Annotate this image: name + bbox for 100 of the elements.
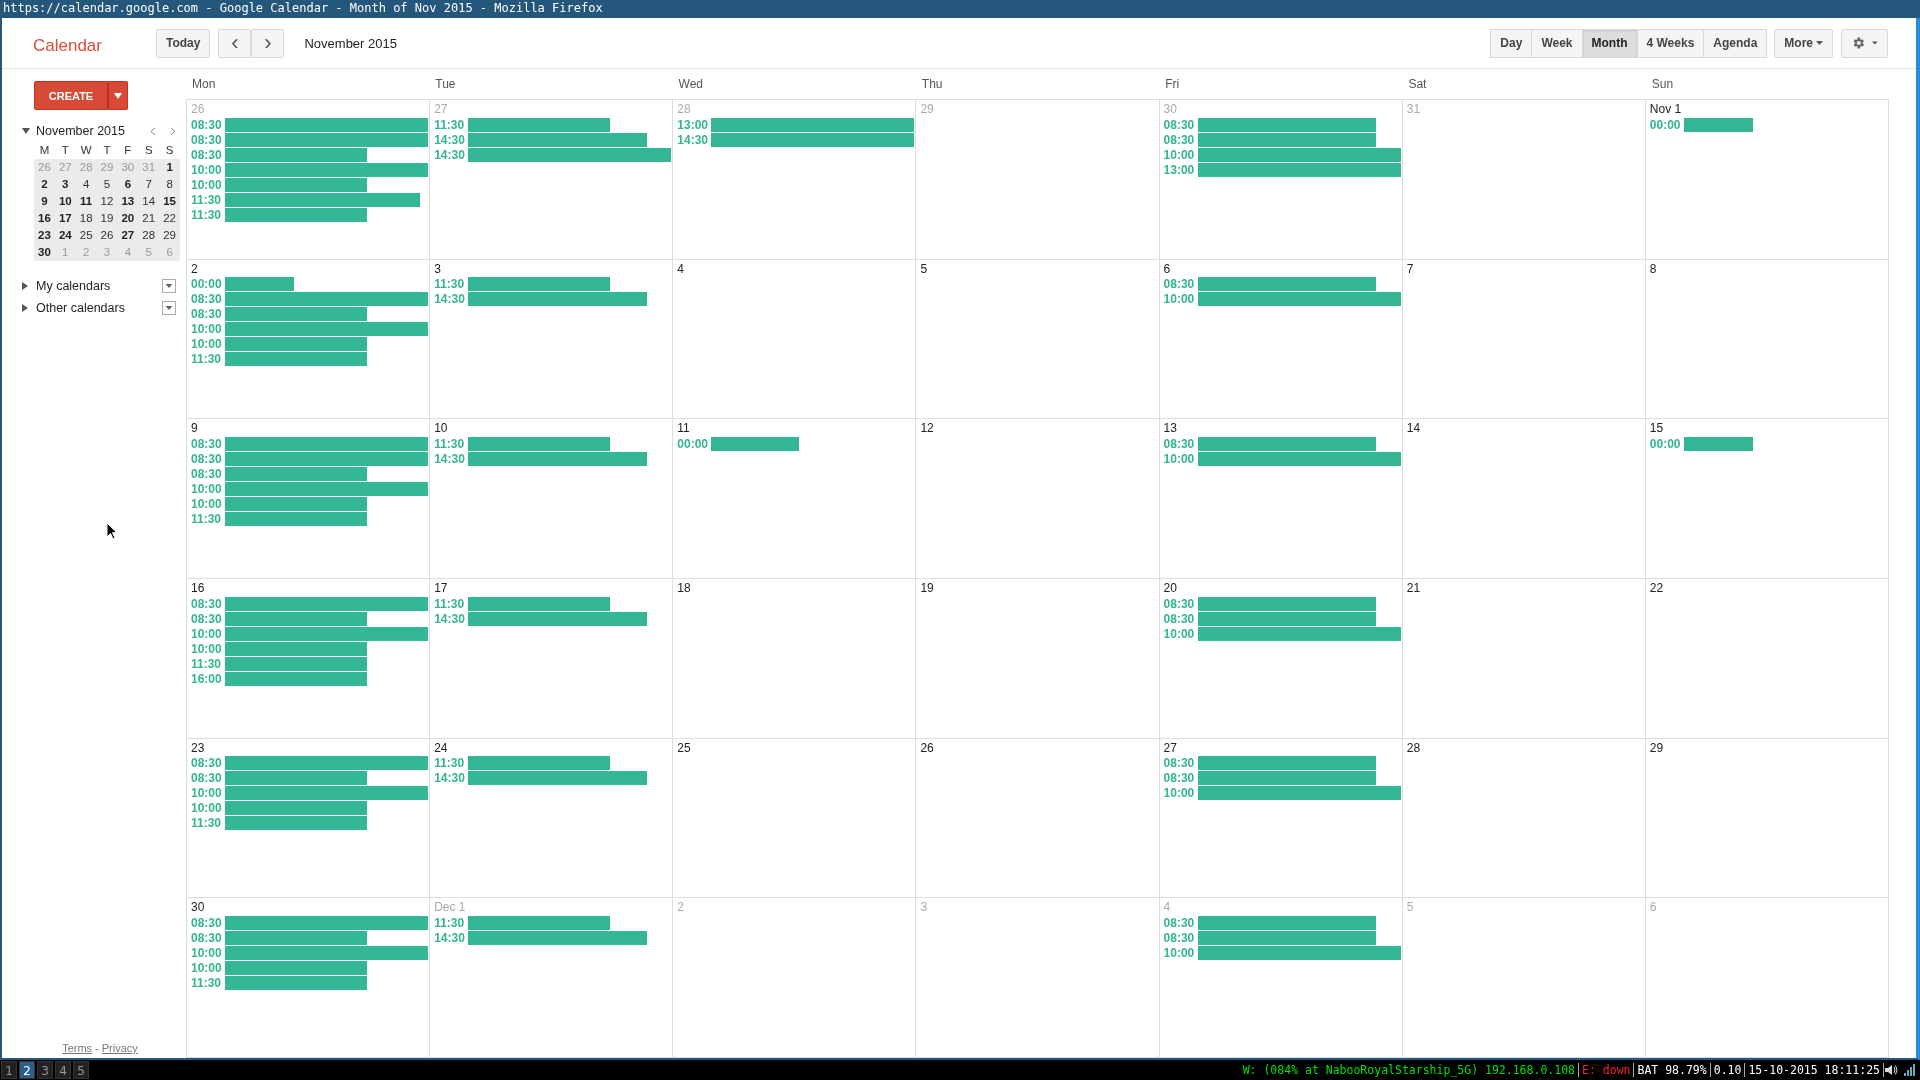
event-time[interactable]: 08:30 [1163,436,1195,451]
calendar-group-label[interactable]: Other calendars [36,301,125,315]
event-bar[interactable] [225,596,429,611]
workspace-button[interactable]: 2 [19,1061,35,1079]
event-bar[interactable] [225,132,429,147]
next-month-icon[interactable] [170,126,176,136]
event-time[interactable]: 11:30 [434,117,466,132]
event-time[interactable]: 00:00 [1649,436,1681,451]
event-bar[interactable] [1197,945,1401,960]
date-label[interactable]: 11 [677,421,915,437]
date-label[interactable]: 20 [1163,581,1401,596]
dropdown-icon[interactable] [162,279,176,293]
date-label[interactable]: 17 [434,581,672,596]
more-button[interactable]: More [1774,28,1833,58]
date-label[interactable]: 14 [1406,421,1644,437]
event-time[interactable]: 10:00 [191,626,222,641]
event-bar[interactable] [1197,771,1377,786]
event-time[interactable]: 08:30 [191,915,222,930]
event-time[interactable]: 10:00 [191,337,222,352]
date-label[interactable]: 3 [434,261,672,277]
mini-calendar-day[interactable]: 23 [34,227,55,244]
event-bar[interactable] [1197,147,1401,162]
event-time[interactable]: 10:00 [1163,945,1195,960]
event-time[interactable]: 08:30 [1163,132,1195,147]
event-time[interactable]: 08:30 [1163,930,1195,945]
event-bar[interactable] [225,466,368,481]
event-time[interactable]: 08:30 [1163,611,1195,626]
mini-calendar-day[interactable]: 16 [34,210,55,227]
date-label[interactable]: 16 [191,581,429,596]
create-menu-button[interactable] [108,81,128,110]
event-time[interactable]: 10:00 [191,641,222,656]
date-label[interactable]: 6 [1163,261,1401,277]
date-label[interactable]: 28 [1406,740,1644,756]
mini-calendar-day[interactable]: 4 [75,176,97,193]
mini-calendar-day[interactable]: 26 [34,159,55,176]
date-label[interactable]: 5 [920,261,1158,277]
collapse-icon[interactable] [22,128,30,134]
event-time[interactable]: 08:30 [191,771,222,786]
event-bar[interactable] [468,756,611,771]
event-bar[interactable] [225,945,429,960]
event-time[interactable]: 11:30 [191,352,222,367]
date-label[interactable]: 6 [1649,900,1887,916]
event-bar[interactable] [225,816,368,831]
event-bar[interactable] [1683,436,1753,451]
event-time[interactable]: 10:00 [191,162,222,177]
event-bar[interactable] [711,436,799,451]
event-bar[interactable] [1197,117,1377,132]
event-time[interactable]: 08:30 [1163,756,1195,771]
today-button[interactable]: Today [156,28,211,58]
date-label[interactable]: 12 [920,421,1158,437]
mini-calendar-day[interactable]: 5 [96,176,118,193]
event-time[interactable]: 08:30 [191,132,222,147]
event-time[interactable]: 14:30 [434,451,466,466]
mini-calendar-day[interactable]: 17 [54,210,76,227]
view-tab[interactable]: Day [1490,28,1533,58]
workspace-button[interactable]: 3 [37,1061,53,1079]
mini-calendar-day[interactable]: 20 [117,210,139,227]
event-time[interactable]: 10:00 [191,322,222,337]
view-tab[interactable]: Month [1581,28,1638,58]
mini-calendar-day[interactable]: 18 [75,210,97,227]
event-bar[interactable] [1197,626,1401,641]
event-bar[interactable] [225,451,429,466]
event-bar[interactable] [225,147,368,162]
event-bar[interactable] [225,192,420,207]
mini-calendar-day[interactable]: 9 [34,193,55,210]
event-time[interactable]: 11:30 [191,511,222,526]
event-bar[interactable] [225,352,368,367]
event-bar[interactable] [225,481,429,496]
date-label[interactable]: 29 [920,102,1158,117]
event-time[interactable]: 08:30 [191,451,222,466]
event-bar[interactable] [1197,132,1377,147]
mini-calendar-day[interactable]: 19 [96,210,118,227]
event-time[interactable]: 11:30 [434,436,466,451]
previous-button[interactable]: ‹ [218,28,252,58]
event-time[interactable]: 10:00 [191,960,222,975]
date-label[interactable]: 24 [434,740,672,756]
date-label[interactable]: 4 [677,261,915,277]
event-time[interactable]: 10:00 [1163,626,1195,641]
event-bar[interactable] [711,132,915,147]
event-time[interactable]: 10:00 [191,177,222,192]
event-time[interactable]: 08:30 [1163,771,1195,786]
event-time[interactable]: 08:30 [191,756,222,771]
event-bar[interactable] [1197,915,1377,930]
event-bar[interactable] [225,626,429,641]
event-time[interactable]: 00:00 [191,277,222,292]
date-label[interactable]: 18 [677,581,915,596]
event-bar[interactable] [1197,451,1401,466]
event-bar[interactable] [1683,117,1753,132]
event-bar[interactable] [1197,930,1377,945]
mini-calendar-day[interactable]: 2 [34,176,55,193]
volume-icon[interactable] [1884,1064,1898,1076]
date-label[interactable]: 4 [1163,900,1401,916]
event-time[interactable]: 08:30 [191,930,222,945]
event-time[interactable]: 10:00 [1163,292,1195,307]
event-bar[interactable] [225,337,368,352]
event-bar[interactable] [1197,162,1401,177]
date-label[interactable]: 30 [1163,102,1401,117]
date-label[interactable]: Dec 1 [434,900,672,916]
event-bar[interactable] [225,177,368,192]
event-bar[interactable] [468,132,647,147]
